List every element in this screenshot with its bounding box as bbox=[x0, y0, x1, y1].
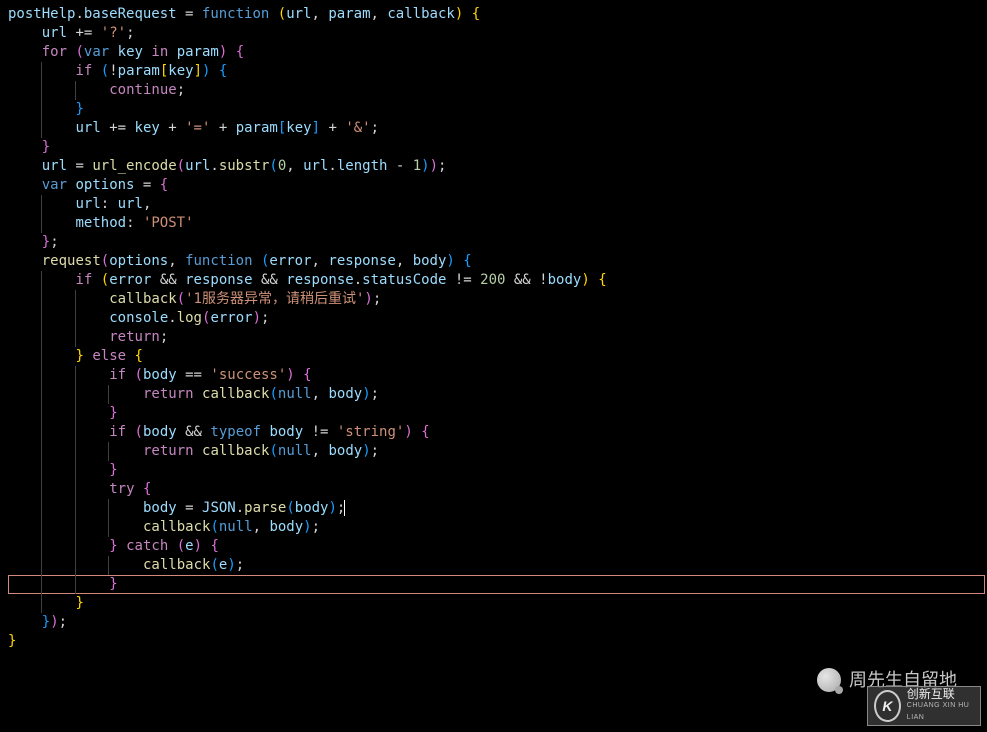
code-line: if (body && typeof body != 'string') { bbox=[8, 423, 987, 442]
code-line: request(options, function (error, respon… bbox=[8, 252, 987, 271]
code-line: callback(null, body); bbox=[8, 518, 987, 537]
code-line: method: 'POST' bbox=[8, 214, 987, 233]
code-line: } bbox=[8, 594, 987, 613]
code-line: } bbox=[8, 461, 987, 480]
code-line: } bbox=[8, 632, 987, 651]
code-line: callback('1服务器异常，请稍后重试'); bbox=[8, 290, 987, 309]
code-line: return callback(null, body); bbox=[8, 442, 987, 461]
code-line: } else { bbox=[8, 347, 987, 366]
code-line: return callback(null, body); bbox=[8, 385, 987, 404]
code-line: url = url_encode(url.substr(0, url.lengt… bbox=[8, 157, 987, 176]
code-line: console.log(error); bbox=[8, 309, 987, 328]
code-line: var options = { bbox=[8, 176, 987, 195]
code-line: } bbox=[8, 575, 987, 594]
brand-name: 创新互联 bbox=[907, 688, 974, 700]
code-line: postHelp.baseRequest = function (url, pa… bbox=[8, 5, 987, 24]
code-line: for (var key in param) { bbox=[8, 43, 987, 62]
code-line: } bbox=[8, 404, 987, 423]
brand-watermark: K 创新互联 CHUANG XIN HU LIAN bbox=[867, 686, 981, 726]
code-line: try { bbox=[8, 480, 987, 499]
code-line: url += key + '=' + param[key] + '&'; bbox=[8, 119, 987, 138]
code-line: } bbox=[8, 100, 987, 119]
code-line: callback(e); bbox=[8, 556, 987, 575]
code-line: if (body == 'success') { bbox=[8, 366, 987, 385]
brand-logo-icon: K bbox=[874, 690, 901, 722]
code-block: postHelp.baseRequest = function (url, pa… bbox=[0, 0, 987, 651]
code-line: if (!param[key]) { bbox=[8, 62, 987, 81]
code-line: body = JSON.parse(body); bbox=[8, 499, 987, 518]
brand-sub: CHUANG XIN HU LIAN bbox=[907, 700, 974, 724]
code-line: continue; bbox=[8, 81, 987, 100]
code-line: } bbox=[8, 138, 987, 157]
code-line: url += '?'; bbox=[8, 24, 987, 43]
wechat-icon bbox=[817, 668, 841, 692]
code-line: }); bbox=[8, 613, 987, 632]
code-line: }; bbox=[8, 233, 987, 252]
code-line: return; bbox=[8, 328, 987, 347]
code-line: if (error && response && response.status… bbox=[8, 271, 987, 290]
code-line: } catch (e) { bbox=[8, 537, 987, 556]
code-line: url: url, bbox=[8, 195, 987, 214]
